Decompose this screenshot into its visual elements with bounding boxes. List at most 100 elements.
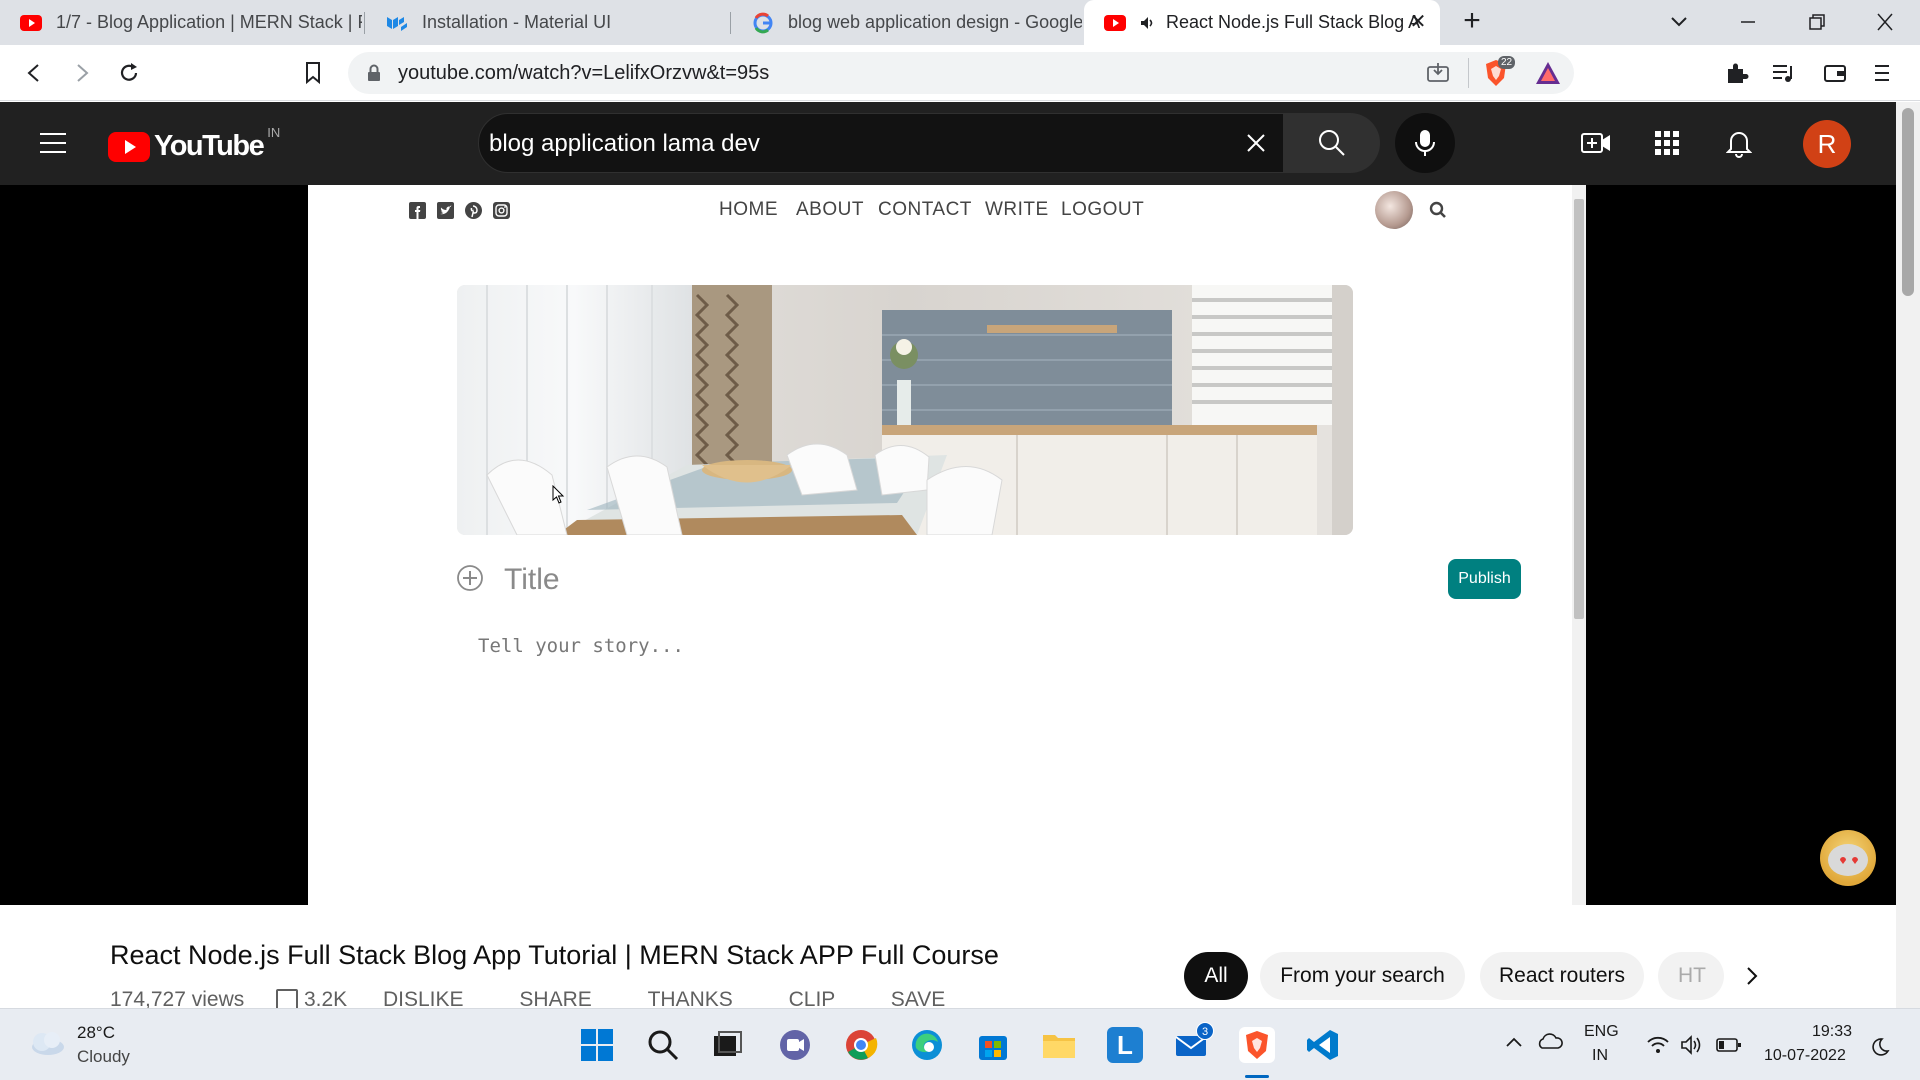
tab-title: blog web application design - Google [788, 12, 1082, 32]
browser-tab-bar: 1/7 - Blog Application | MERN Stack | F … [0, 0, 1920, 45]
create-video-icon[interactable] [1580, 128, 1612, 158]
lock-icon[interactable] [366, 64, 382, 82]
install-app-icon[interactable] [1426, 62, 1450, 84]
bookmark-icon[interactable] [302, 60, 324, 86]
nav-logout: LOGOUT [1061, 199, 1145, 220]
windows-start-icon[interactable] [579, 1027, 615, 1063]
media-queue-icon[interactable] [1770, 60, 1796, 86]
frame-scrollbar-thumb [1574, 199, 1584, 619]
search-icon [1319, 130, 1345, 156]
teams-chat-icon[interactable] [777, 1027, 813, 1063]
reaction-emoji-icon[interactable] [1820, 830, 1876, 886]
speaker-icon[interactable] [1140, 16, 1156, 30]
tab-youtube-active[interactable]: React Node.js Full Stack Blog A ✕ [1084, 0, 1440, 45]
tab-title: Installation - Material UI [422, 12, 612, 32]
thanks-button[interactable]: THANKS [648, 988, 733, 1010]
account-avatar[interactable]: R [1803, 120, 1851, 168]
mui-favicon-icon [386, 12, 408, 34]
youtube-favicon-icon [20, 12, 42, 34]
video-stats-row: 174,727 views 3.2K DISLIKE SHARE THANKS … [110, 988, 1110, 1010]
minimize-icon[interactable] [1737, 12, 1759, 32]
wallet-icon[interactable] [1822, 60, 1848, 86]
chip-ht[interactable]: HT [1658, 952, 1724, 1000]
save-button[interactable]: SAVE [891, 988, 945, 1010]
apps-grid-icon[interactable] [1654, 130, 1680, 156]
edge-icon[interactable] [909, 1027, 945, 1063]
tab-title: React Node.js Full Stack Blog A [1166, 12, 1421, 32]
clock-date[interactable]: 10-07-2022 [1764, 1047, 1846, 1065]
youtube-play-logo-icon [108, 131, 150, 162]
page-scrollbar-thumb[interactable] [1902, 108, 1914, 296]
shields-count-badge: 22 [1498, 56, 1516, 69]
reload-icon[interactable] [116, 60, 142, 86]
brave-taskbar-icon[interactable] [1239, 1027, 1275, 1063]
chrome-icon[interactable] [843, 1027, 879, 1063]
search-input[interactable]: blog application lama dev [478, 113, 1284, 173]
chip-react-routers[interactable]: React routers [1480, 952, 1644, 1000]
windows-taskbar: 28°C Cloudy L 3 ENG IN 19:33 10-07-2022 [0, 1008, 1920, 1080]
restore-icon[interactable] [1806, 12, 1828, 32]
language-bottom[interactable]: IN [1592, 1047, 1608, 1065]
hamburger-menu-icon[interactable] [38, 130, 68, 156]
page-scrollbar[interactable] [1896, 102, 1920, 1008]
share-button[interactable]: SHARE [519, 988, 591, 1010]
pinterest-icon [465, 202, 482, 219]
task-view-icon[interactable] [709, 1027, 745, 1063]
show-hidden-icons-chevron-icon[interactable] [1504, 1035, 1524, 1049]
clock-time[interactable]: 19:33 [1812, 1023, 1852, 1041]
brave-rewards-icon[interactable] [1534, 60, 1562, 86]
language-top[interactable]: ENG [1584, 1023, 1619, 1041]
tab-material-ui[interactable]: Installation - Material UI [366, 0, 728, 45]
onedrive-icon[interactable] [1536, 1031, 1564, 1051]
dislike-button[interactable]: DISLIKE [383, 988, 464, 1010]
focus-moon-icon[interactable] [1870, 1037, 1890, 1057]
tab-blog-application[interactable]: 1/7 - Blog Application | MERN Stack | F [0, 0, 362, 45]
story-textarea: Tell your story... [478, 635, 684, 657]
weather-desc: Cloudy [77, 1047, 130, 1066]
volume-icon[interactable] [1680, 1035, 1706, 1055]
youtube-logo[interactable]: YouTube IN [108, 125, 280, 163]
cloudy-weather-icon[interactable] [26, 1029, 66, 1057]
close-tab-icon[interactable]: ✕ [1408, 12, 1428, 32]
nav-contact: CONTACT [878, 199, 972, 220]
tab-google-search[interactable]: blog web application design - Google [732, 0, 1082, 45]
address-bar[interactable]: youtube.com/watch?v=LelifxOrzvw&t=95s 22 [348, 52, 1574, 94]
weather-temp: 28°C [77, 1023, 115, 1042]
nav-home: HOME [719, 199, 778, 220]
search-query: blog application lama dev [489, 130, 760, 157]
twitter-icon [437, 202, 454, 219]
wifi-icon[interactable] [1646, 1035, 1670, 1055]
clip-button[interactable]: CLIP [789, 988, 835, 1010]
menu-icon[interactable] [1872, 60, 1892, 86]
video-player[interactable]: HOME ABOUT CONTACT WRITE LOGOUT Title Te… [0, 185, 1896, 905]
chips-next-icon[interactable] [1738, 962, 1766, 990]
back-icon[interactable] [22, 61, 46, 85]
title-input: Title [504, 563, 560, 596]
new-tab-icon[interactable]: + [1458, 6, 1486, 36]
file-explorer-icon[interactable] [1041, 1027, 1077, 1063]
region-code: IN [267, 125, 281, 140]
tab-search-chevron-icon[interactable] [1668, 10, 1690, 32]
chip-from-your-search[interactable]: From your search [1260, 952, 1465, 1000]
blog-search-icon [1429, 201, 1447, 219]
clear-search-icon[interactable] [1245, 132, 1267, 154]
extensions-icon[interactable] [1724, 60, 1750, 86]
url-text: youtube.com/watch?v=LelifxOrzvw&t=95s [398, 62, 770, 84]
battery-icon[interactable] [1716, 1037, 1742, 1053]
search-button[interactable] [1284, 113, 1380, 173]
forward-icon[interactable] [70, 61, 94, 85]
search-taskbar-icon[interactable] [645, 1027, 681, 1063]
like-button[interactable]: 3.2K [276, 988, 353, 1010]
lightshot-l-icon[interactable]: L [1107, 1027, 1143, 1063]
notifications-bell-icon[interactable] [1726, 128, 1752, 158]
video-title: React Node.js Full Stack Blog App Tutori… [110, 940, 999, 970]
frame-scrollbar [1572, 185, 1586, 905]
chip-all[interactable]: All [1184, 952, 1248, 1000]
video-frame-blog-write-page: HOME ABOUT CONTACT WRITE LOGOUT Title Te… [308, 185, 1586, 905]
voice-search-button[interactable] [1395, 113, 1455, 173]
microphone-icon [1415, 130, 1435, 156]
vscode-icon[interactable] [1305, 1027, 1341, 1063]
google-favicon-icon [752, 12, 774, 34]
close-window-icon[interactable] [1874, 12, 1896, 32]
microsoft-store-icon[interactable] [975, 1027, 1011, 1063]
